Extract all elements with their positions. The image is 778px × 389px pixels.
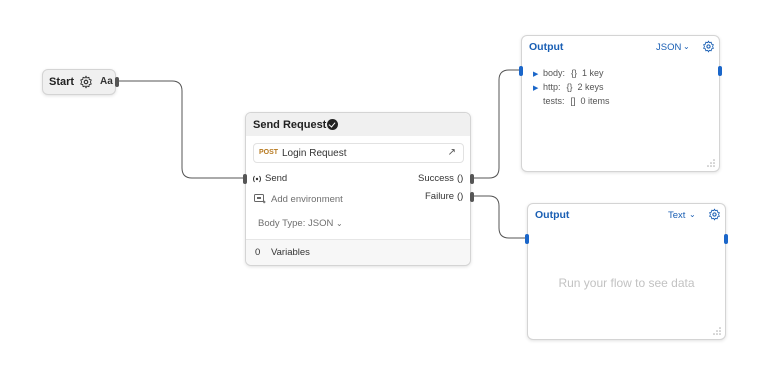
expand-triangle-icon[interactable]: ▶	[533, 70, 543, 78]
send-request-title: Send Request	[253, 119, 327, 131]
request-selector[interactable]: POST Login Request ↗	[253, 143, 464, 163]
output-input-port[interactable]	[525, 234, 529, 244]
start-output-port[interactable]	[115, 77, 119, 87]
output-output-port[interactable]	[718, 66, 722, 76]
send-request-node[interactable]: Send Request POST Login Request ↗ Send S…	[243, 112, 474, 266]
variables-footer[interactable]: 0 Variables	[246, 239, 470, 265]
external-arrow-icon[interactable]: ↗	[448, 147, 456, 158]
tree-row-body[interactable]: ▶ body:{} 1 key	[533, 68, 604, 78]
output-node-text[interactable]: Output Text ⌄ Run your flow to see data	[525, 203, 728, 340]
resize-grip-icon[interactable]	[707, 159, 715, 167]
send-label: Send	[265, 173, 288, 184]
failure-output-port[interactable]	[470, 192, 474, 202]
send-request-header: Send Request	[246, 113, 470, 136]
output-node-json[interactable]: Output JSON ⌄ ▶ body:{} 1 key ▶ http:{} 2 ke…	[519, 35, 722, 172]
success-label: Success	[418, 173, 454, 184]
format-dropdown[interactable]: JSON	[656, 42, 681, 53]
check-circle-icon	[327, 119, 338, 130]
body-type-dropdown[interactable]: Body Type: JSON ⌄	[258, 218, 343, 229]
success-paren: ()	[457, 173, 464, 184]
chevron-down-icon[interactable]: ⌄	[689, 210, 696, 219]
send-input-port[interactable]	[243, 174, 247, 184]
environment-icon	[254, 194, 266, 204]
variables-count: 0	[255, 247, 261, 258]
failure-paren: ()	[457, 191, 464, 202]
output-input-port[interactable]	[519, 66, 523, 76]
chevron-down-icon[interactable]: ⌄	[683, 42, 690, 51]
success-output-port[interactable]	[470, 174, 474, 184]
wire-start-to-send	[116, 80, 246, 179]
variables-label: Variables	[271, 247, 310, 258]
resize-grip-icon[interactable]	[713, 327, 721, 335]
failure-label: Failure	[425, 191, 455, 202]
empty-state-text: Run your flow to see data	[558, 276, 695, 290]
wire-failure-to-output	[471, 195, 528, 239]
type-badge: Aa	[100, 76, 113, 87]
flow-canvas[interactable]: Start Aa Send Request POST Login Request…	[0, 0, 778, 389]
start-node-title: Start	[49, 76, 75, 88]
body-type-label: Body Type: JSON	[258, 218, 334, 229]
request-name: Login Request	[282, 148, 347, 159]
chevron-down-icon: ⌄	[335, 219, 343, 228]
output-title: Output	[535, 209, 570, 221]
tree-row-tests: tests:[] 0 items	[543, 96, 610, 106]
format-dropdown[interactable]: Text	[668, 210, 685, 221]
wire-success-to-output	[471, 69, 522, 179]
method-badge: POST	[259, 149, 279, 156]
expand-triangle-icon[interactable]: ▶	[533, 84, 543, 92]
start-node[interactable]: Start Aa	[42, 69, 119, 95]
output-output-port[interactable]	[724, 234, 728, 244]
gear-icon[interactable]	[79, 75, 93, 89]
gear-icon[interactable]	[708, 208, 721, 221]
signal-icon	[253, 175, 261, 183]
output-title: Output	[529, 41, 564, 53]
tree-row-http[interactable]: ▶ http:{} 2 keys	[533, 82, 604, 92]
add-environment-button[interactable]: Add environment	[271, 194, 343, 205]
gear-icon[interactable]	[702, 40, 715, 53]
